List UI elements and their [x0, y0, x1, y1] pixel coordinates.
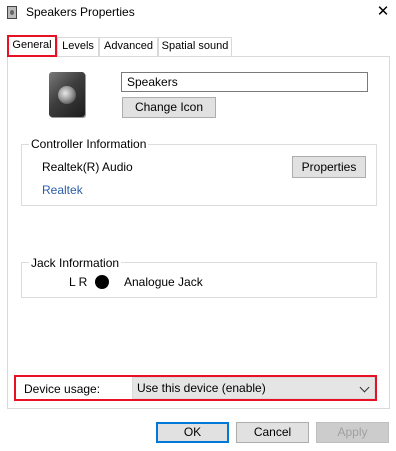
- ok-button[interactable]: OK: [156, 422, 229, 443]
- jack-color-dot: [95, 275, 109, 289]
- device-usage-label: Device usage:: [24, 382, 101, 396]
- chevron-down-icon: [359, 382, 370, 393]
- speaker-icon: [7, 6, 17, 19]
- jack-info-heading: Jack Information: [29, 256, 122, 270]
- apply-button[interactable]: Apply: [316, 422, 389, 443]
- tab-spatial-sound[interactable]: Spatial sound: [158, 37, 232, 56]
- speaker-device-icon: [49, 72, 85, 117]
- speaker-cone: [58, 86, 76, 104]
- device-usage-value: Use this device (enable): [137, 381, 266, 395]
- device-usage-select[interactable]: Use this device (enable): [132, 377, 375, 399]
- properties-button[interactable]: Properties: [292, 156, 366, 178]
- window-title: Speakers Properties: [26, 5, 135, 19]
- device-name-input[interactable]: Speakers: [121, 72, 368, 92]
- change-icon-button[interactable]: Change Icon: [122, 97, 216, 118]
- title-bar: Speakers Properties ✕: [0, 0, 396, 26]
- jack-type: Analogue Jack: [124, 275, 203, 289]
- close-icon[interactable]: ✕: [373, 2, 393, 22]
- tab-general[interactable]: General: [7, 35, 57, 57]
- controller-info-heading: Controller Information: [29, 137, 149, 151]
- tab-advanced[interactable]: Advanced: [99, 37, 158, 56]
- cancel-button[interactable]: Cancel: [236, 422, 309, 443]
- controller-link[interactable]: Realtek: [42, 183, 83, 197]
- controller-name: Realtek(R) Audio: [42, 160, 133, 174]
- tab-levels[interactable]: Levels: [57, 37, 99, 56]
- jack-channels: L R: [69, 275, 88, 289]
